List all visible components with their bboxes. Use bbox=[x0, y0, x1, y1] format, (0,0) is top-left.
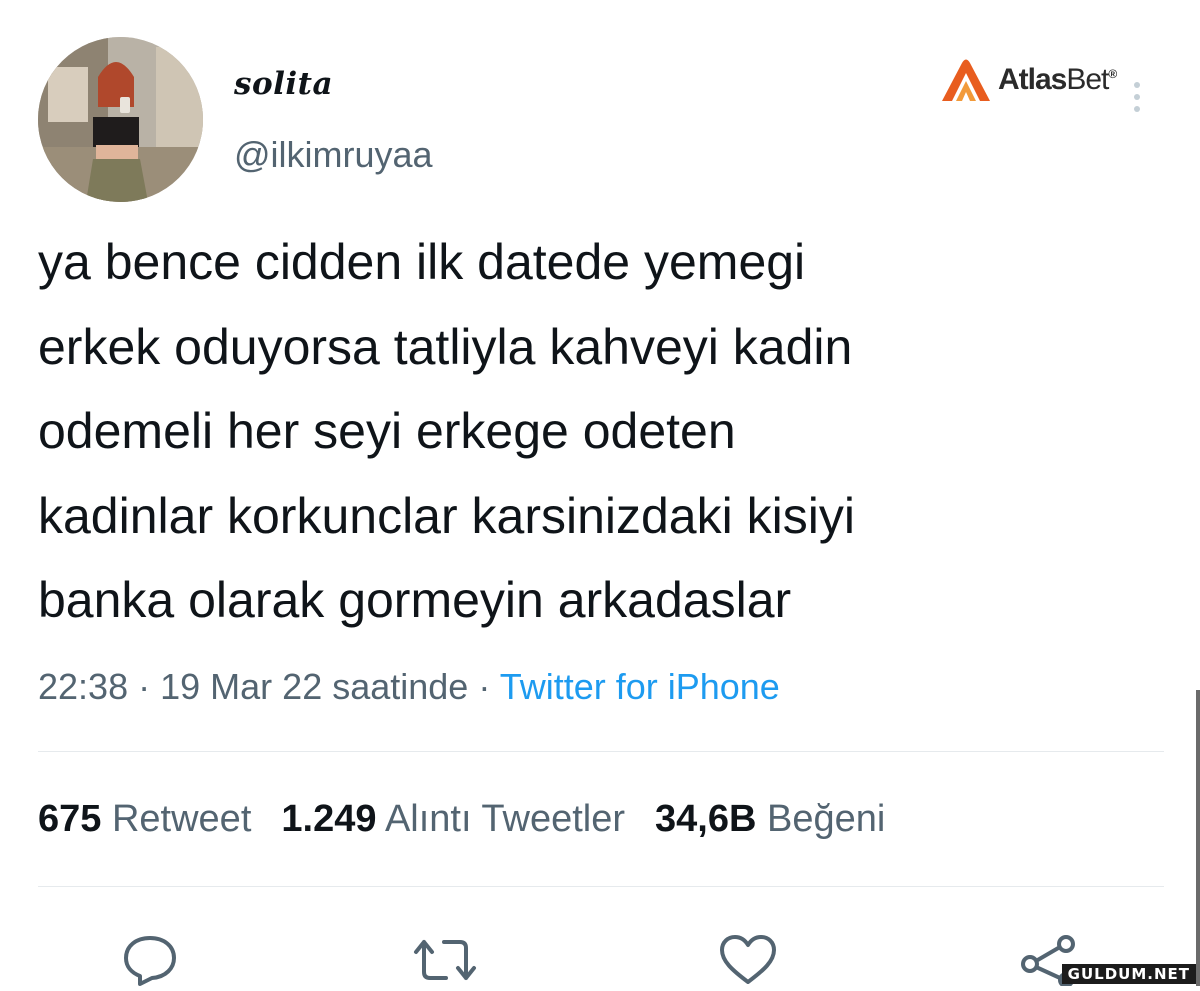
divider bbox=[38, 751, 1164, 752]
atlasbet-wordmark: AtlasBet® bbox=[998, 63, 1117, 97]
avatar-image bbox=[38, 37, 203, 202]
tweet-text-line: banka olarak gormeyin arkadaslar bbox=[38, 572, 792, 628]
tweet-date[interactable]: 19 Mar 22 saatinde bbox=[160, 666, 468, 707]
atlasbet-wordmark-light: Bet bbox=[1066, 63, 1109, 96]
tweet-time[interactable]: 22:38 bbox=[38, 666, 128, 707]
retweet-icon[interactable] bbox=[412, 934, 478, 991]
retweet-stat[interactable]: 675 Retweet bbox=[38, 798, 251, 841]
like-stat[interactable]: 34,6B Beğeni bbox=[655, 798, 885, 841]
divider bbox=[38, 886, 1164, 887]
tweet-text-line: ya bence cidden ilk datede yemegi bbox=[38, 234, 806, 290]
quote-stat[interactable]: 1.249 Alıntı Tweetler bbox=[281, 798, 625, 841]
like-label: Beğeni bbox=[767, 798, 886, 840]
author-display-name[interactable]: solita bbox=[234, 66, 333, 102]
tweet-source-link[interactable]: Twitter for iPhone bbox=[500, 666, 780, 707]
scrollbar[interactable] bbox=[1196, 690, 1200, 986]
retweet-label: Retweet bbox=[111, 798, 252, 840]
meta-separator: · bbox=[138, 666, 151, 707]
like-icon[interactable] bbox=[718, 934, 778, 991]
registered-mark: ® bbox=[1108, 67, 1117, 81]
like-count: 34,6B bbox=[655, 798, 757, 840]
quote-label: Alıntı Tweetler bbox=[384, 798, 626, 840]
more-options-icon[interactable] bbox=[1133, 82, 1141, 112]
tweet-stats: 675 Retweet 1.249 Alıntı Tweetler 34,6B … bbox=[38, 798, 885, 841]
quote-count: 1.249 bbox=[281, 798, 377, 840]
meta-separator: · bbox=[478, 666, 491, 707]
avatar[interactable] bbox=[38, 37, 203, 202]
atlasbet-logo: AtlasBet® bbox=[938, 52, 1117, 108]
atlasbet-logo-mark bbox=[942, 59, 990, 101]
tweet-text: ya bence cidden ilk datede yemegi erkek … bbox=[38, 220, 1168, 643]
tweet-text-line: erkek oduyorsa tatliyla kahveyi kadin bbox=[38, 318, 853, 375]
retweet-count: 675 bbox=[38, 798, 102, 840]
atlasbet-wordmark-bold: Atlas bbox=[998, 63, 1067, 96]
tweet-text-line: kadinlar korkunclar karsinizdaki kisiyi bbox=[38, 487, 855, 544]
author-handle[interactable]: @ilkimruyaa bbox=[234, 134, 433, 176]
tweet-actions bbox=[0, 928, 1200, 988]
watermark: GULDUM.NET bbox=[1061, 964, 1196, 984]
reply-icon[interactable] bbox=[122, 934, 178, 991]
tweet-meta: 22:38 · 19 Mar 22 saatinde · Twitter for… bbox=[38, 666, 780, 708]
tweet-text-line: odemeli her seyi erkege odeten bbox=[38, 403, 736, 459]
